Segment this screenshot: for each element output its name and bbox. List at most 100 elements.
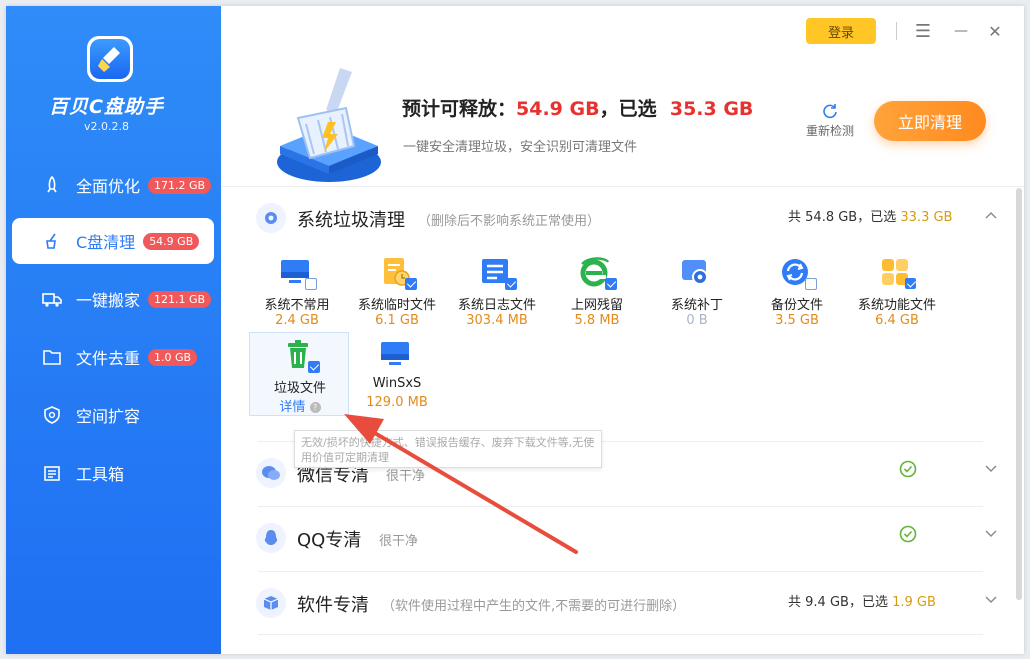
checkbox[interactable] <box>905 278 916 289</box>
item-label: 垃圾文件 <box>273 381 326 396</box>
item-system-log[interactable]: 系统日志文件 303.4 MB <box>447 250 547 334</box>
stats-total: 54.8 GB <box>805 210 858 225</box>
item-size: 2.4 GB <box>275 313 319 328</box>
stats-prefix: 共 <box>788 595 802 610</box>
sidebar-item-expand[interactable]: 空间扩容 <box>12 392 214 438</box>
stats-selected: 33.3 GB <box>900 210 953 225</box>
stats-selected: 1.9 GB <box>892 595 936 610</box>
item-size: 129.0 MB <box>366 395 428 410</box>
checkbox[interactable] <box>308 361 320 373</box>
size-badge: 1.0 GB <box>148 348 198 366</box>
section-divider <box>258 634 983 635</box>
item-system-patch[interactable]: 系统补丁 0 B <box>647 250 747 334</box>
item-backup[interactable]: 备份文件 3.5 GB <box>747 250 847 334</box>
check-circle-icon <box>899 460 917 478</box>
item-detail-link[interactable]: 详情 ? <box>250 396 350 415</box>
item-size: 6.1 GB <box>375 313 419 328</box>
release-summary: 预计可释放：54.9 GB，已选 35.3 GB <box>402 94 753 121</box>
item-size: 303.4 MB <box>466 313 528 328</box>
sidebar-item-label: 文件去重 <box>76 349 141 368</box>
item-size: 5.8 MB <box>574 313 620 328</box>
sidebar-item-dedupe[interactable]: 文件去重 1.0 GB <box>12 334 214 380</box>
summary-prefix: 预计可释放： <box>402 98 517 120</box>
rescan-button[interactable]: 重新检测 <box>800 102 860 139</box>
sidebar-item-optimize[interactable]: 全面优化 171.2 GB <box>12 162 214 208</box>
close-icon[interactable]: ✕ <box>982 18 1008 44</box>
detail-link[interactable]: 详情 <box>279 400 305 415</box>
shield-icon <box>42 405 62 425</box>
item-label: 系统日志文件 <box>457 298 536 313</box>
app-window: 百贝C盘助手 v2.0.2.8 全面优化 171.2 GB C盘清理 54.9 … <box>6 6 1024 654</box>
software-box-icon <box>256 588 286 618</box>
sidebar-item-label: C盘清理 <box>76 233 136 252</box>
chevron-up-icon[interactable] <box>983 207 999 223</box>
chevron-down-icon[interactable] <box>983 526 999 542</box>
item-size: 0 B <box>686 313 708 328</box>
checkbox[interactable] <box>305 278 317 290</box>
item-label: 备份文件 <box>770 298 823 313</box>
broom-icon <box>42 231 62 251</box>
wechat-icon <box>256 458 286 488</box>
size-badge: 54.9 GB <box>143 232 200 250</box>
size-badge: 171.2 GB <box>148 176 212 194</box>
sidebar-item-label: 一键搬家 <box>76 291 141 310</box>
chevron-down-icon[interactable] <box>983 461 999 477</box>
broom-logo-icon <box>90 39 130 79</box>
sidebar-item-label: 全面优化 <box>76 177 141 196</box>
sidebar-item-c-clean[interactable]: C盘清理 54.9 GB <box>12 218 214 264</box>
item-system-feature[interactable]: 系统功能文件 6.4 GB <box>847 250 947 334</box>
section-status-qq: 很干净 <box>379 534 419 549</box>
item-junk-files[interactable]: 垃圾文件 详情 ? <box>249 332 349 416</box>
scrollbar[interactable] <box>1016 188 1022 600</box>
checkbox[interactable] <box>605 278 617 290</box>
checkbox[interactable] <box>505 278 517 290</box>
item-size: 6.4 GB <box>875 313 919 328</box>
section-title-qq: QQ专清 <box>297 530 362 551</box>
section-stats-software: 共 9.4 GB，已选 1.9 GB <box>788 591 936 610</box>
item-winsxs[interactable]: WinSxS 129.0 MB <box>347 332 447 416</box>
chevron-down-icon[interactable] <box>983 592 999 608</box>
header-divider <box>221 186 1024 187</box>
checkbox[interactable] <box>805 278 817 290</box>
login-button[interactable]: 登录 <box>806 18 876 44</box>
stats-mid: ，已选 <box>857 210 897 225</box>
releasable-size: 54.9 GB <box>516 98 600 120</box>
folder-icon <box>42 347 62 367</box>
rescan-label: 重新检测 <box>805 124 854 138</box>
header-subtitle: 一键安全清理垃圾，安全识别可清理文件 <box>403 140 638 155</box>
item-label: 系统补丁 <box>670 298 723 313</box>
rocket-icon <box>42 175 62 195</box>
clean-now-button[interactable]: 立即清理 <box>874 101 986 141</box>
item-label: WinSxS <box>372 376 422 391</box>
minimize-icon[interactable]: — <box>948 18 974 44</box>
truck-icon <box>42 289 62 309</box>
section-title-software: 软件专清 <box>297 595 369 616</box>
sidebar-item-toolbox[interactable]: 工具箱 <box>12 450 214 496</box>
size-badge: 121.1 GB <box>148 290 212 308</box>
monitor-icon <box>377 338 413 372</box>
section-stats-system: 共 54.8 GB，已选 33.3 GB <box>788 206 952 225</box>
app-logo <box>87 36 133 82</box>
checkbox[interactable] <box>405 278 417 290</box>
item-label: 上网残留 <box>570 298 623 313</box>
qq-icon <box>256 523 286 553</box>
section-desc-system: （删除后不影响系统正常使用） <box>418 214 601 229</box>
help-icon[interactable]: ? <box>309 402 321 413</box>
section-divider <box>258 571 983 572</box>
stats-total: 9.4 GB <box>805 595 849 610</box>
item-label: 系统功能文件 <box>857 298 936 313</box>
item-size: 3.5 GB <box>775 313 819 328</box>
item-system-temp[interactable]: 系统临时文件 6.1 GB <box>347 250 447 334</box>
sidebar-item-move[interactable]: 一键搬家 121.1 GB <box>12 276 214 322</box>
section-divider <box>258 506 983 507</box>
item-system-uncommon[interactable]: 系统不常用 2.4 GB <box>247 250 347 334</box>
item-label: 系统临时文件 <box>357 298 436 313</box>
patch-gear-icon <box>677 256 713 290</box>
refresh-icon <box>821 102 839 120</box>
check-circle-icon <box>899 525 917 543</box>
menu-icon[interactable]: ☰ <box>910 18 936 44</box>
item-web-residue[interactable]: 上网残留 5.8 MB <box>547 250 647 334</box>
section-title-system: 系统垃圾清理 <box>297 210 405 231</box>
section-desc-software: （软件使用过程中产生的文件,不需要的可进行删除） <box>382 599 686 614</box>
item-label: 系统不常用 <box>264 298 330 313</box>
